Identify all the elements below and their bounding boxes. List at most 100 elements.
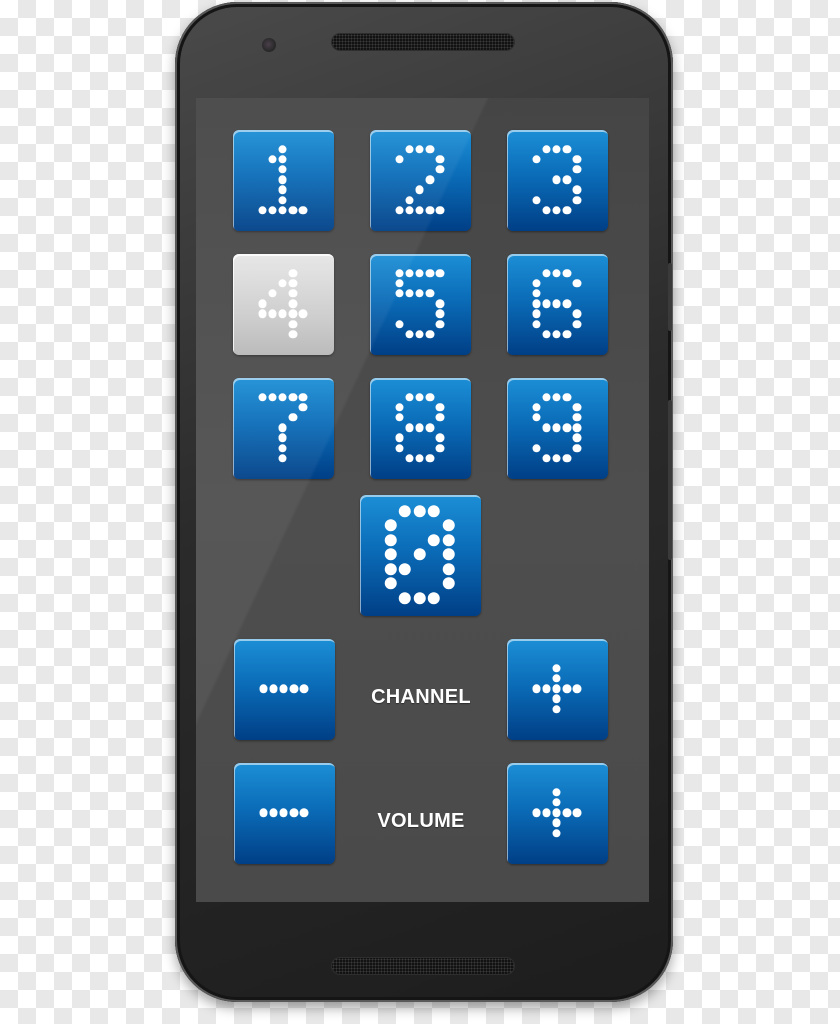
glyph-dot <box>405 423 414 432</box>
channel-up-button[interactable] <box>507 639 608 740</box>
glyph-dot <box>258 309 267 319</box>
glyph-dot <box>288 205 298 215</box>
glyph-dot <box>435 205 445 215</box>
glyph-dot <box>552 329 561 339</box>
glyph-dot <box>425 392 435 402</box>
glyph-dot <box>572 423 582 432</box>
front-camera-icon <box>262 38 276 52</box>
volume-up-button[interactable] <box>507 763 608 864</box>
glyph-dot <box>288 278 298 288</box>
key-1[interactable] <box>233 130 334 231</box>
glyph-dot <box>552 828 561 838</box>
glyph-dot <box>532 309 541 319</box>
glyph-dot <box>562 329 572 339</box>
power-button[interactable] <box>668 263 672 331</box>
glyph-dot <box>435 165 445 174</box>
volume-down-button[interactable] <box>234 763 335 864</box>
glyph-dot <box>542 299 551 308</box>
glyph-dot <box>289 684 299 693</box>
glyph-dot <box>258 205 267 215</box>
glyph-dot <box>395 268 404 278</box>
glyph-dot <box>552 694 561 704</box>
glyph-dot <box>415 268 424 278</box>
key-0[interactable] <box>360 495 481 616</box>
glyph-dot <box>532 278 541 288</box>
glyph-dot <box>425 453 435 463</box>
key-6[interactable] <box>507 254 608 355</box>
channel-down-button[interactable] <box>234 639 335 740</box>
glyph-dot <box>532 299 541 308</box>
glyph-dot <box>395 278 404 288</box>
volume-rocker[interactable] <box>668 400 672 560</box>
glyph-dot <box>562 299 572 308</box>
glyph-dot <box>405 268 414 278</box>
glyph-dot <box>435 268 445 278</box>
glyph-dot <box>435 433 445 443</box>
glyph-dot <box>384 548 397 561</box>
glyph-dot <box>269 684 278 693</box>
glyph-dot <box>258 392 267 402</box>
glyph-dot <box>572 278 582 288</box>
glyph-dot <box>532 195 541 205</box>
key-5[interactable] <box>370 254 471 355</box>
glyph-dot <box>562 268 572 278</box>
glyph-dot <box>395 413 404 422</box>
glyph-dot <box>288 413 298 422</box>
glyph-dot <box>278 443 287 453</box>
glyph-dot <box>279 684 288 693</box>
glyph-dot <box>415 289 424 298</box>
key-3[interactable] <box>507 130 608 231</box>
glyph-dot <box>532 289 541 298</box>
glyph-dot <box>258 299 267 308</box>
glyph-dot <box>259 808 268 817</box>
glyph-dot <box>278 453 287 463</box>
glyph-dot <box>413 548 426 561</box>
glyph-dot <box>532 808 541 817</box>
glyph-dot <box>425 144 435 154</box>
glyph-dot <box>398 504 411 517</box>
glyph-dot <box>572 185 582 195</box>
glyph-dot <box>572 165 582 174</box>
glyph-dot <box>395 402 404 412</box>
key-2[interactable] <box>370 130 471 231</box>
key-7[interactable] <box>233 378 334 479</box>
glyph-dot <box>278 144 287 154</box>
glyph-dot <box>552 684 561 693</box>
glyph-dot <box>405 329 414 339</box>
key-9[interactable] <box>507 378 608 479</box>
glyph-dot <box>552 663 561 673</box>
glyph-dot <box>572 319 582 329</box>
glyph-dot <box>542 329 551 339</box>
key-8[interactable] <box>370 378 471 479</box>
glyph-dot <box>562 423 572 432</box>
glyph-dot <box>552 798 561 807</box>
glyph-dot <box>572 402 582 412</box>
glyph-dot <box>259 684 268 693</box>
digit-5-icon <box>395 268 446 340</box>
glyph-dot <box>288 289 298 298</box>
glyph-dot <box>532 319 541 329</box>
glyph-dot <box>442 519 455 532</box>
minus-icon <box>259 778 310 849</box>
glyph-dot <box>268 309 277 319</box>
glyph-dot <box>572 684 582 693</box>
glyph-dot <box>405 144 414 154</box>
glyph-dot <box>427 533 440 546</box>
glyph-dot <box>425 175 435 184</box>
glyph-dot <box>278 433 287 443</box>
glyph-dot <box>435 299 445 308</box>
glyph-dot <box>542 684 551 693</box>
glyph-dot <box>278 175 287 184</box>
digit-3-icon <box>532 144 583 216</box>
glyph-dot <box>552 175 561 184</box>
remote-screen: CHANNEL VOLUME <box>196 98 649 902</box>
glyph-dot <box>405 205 414 215</box>
glyph-dot <box>395 154 404 164</box>
glyph-dot <box>552 392 561 402</box>
glyph-dot <box>542 392 551 402</box>
glyph-dot <box>532 402 541 412</box>
key-4[interactable] <box>233 254 334 355</box>
volume-label: VOLUME <box>377 810 465 832</box>
glyph-dot <box>278 309 287 319</box>
glyph-dot <box>268 392 277 402</box>
